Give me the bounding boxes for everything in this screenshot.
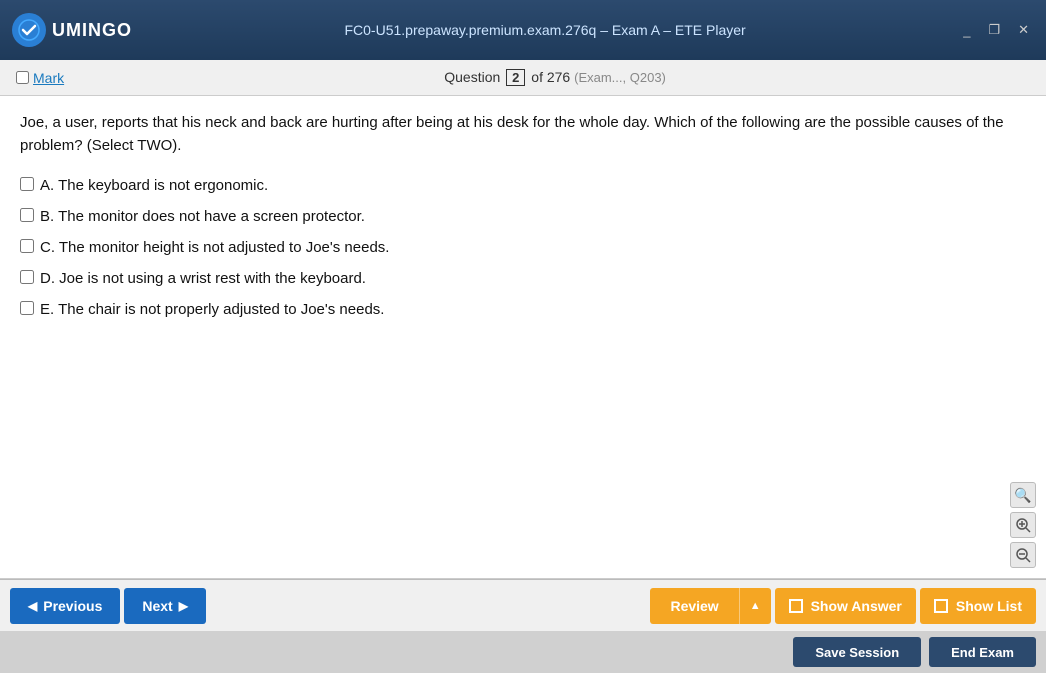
option-c: C. The monitor height is not adjusted to… bbox=[20, 237, 1026, 258]
zoom-in-button[interactable] bbox=[1010, 512, 1036, 538]
search-zoom-button[interactable]: 🔍 bbox=[1010, 482, 1036, 508]
option-e: E. The chair is not properly adjusted to… bbox=[20, 299, 1026, 320]
option-d-label[interactable]: D. Joe is not using a wrist rest with th… bbox=[40, 268, 366, 289]
option-d-checkbox[interactable] bbox=[20, 270, 34, 284]
save-session-button[interactable]: Save Session bbox=[793, 637, 921, 667]
minimize-button[interactable]: _ bbox=[958, 21, 975, 40]
show-list-checkbox-icon bbox=[934, 599, 948, 613]
next-button[interactable]: Next ▶ bbox=[124, 588, 206, 624]
option-c-label[interactable]: C. The monitor height is not adjusted to… bbox=[40, 237, 389, 258]
logo-text: UMINGO bbox=[52, 20, 132, 41]
previous-button[interactable]: ◀ Previous bbox=[10, 588, 120, 624]
review-label: Review bbox=[650, 588, 738, 624]
option-d: D. Joe is not using a wrist rest with th… bbox=[20, 268, 1026, 289]
next-label: Next bbox=[142, 598, 172, 614]
mark-checkbox[interactable] bbox=[16, 71, 29, 84]
review-button[interactable]: Review ▲ bbox=[650, 588, 770, 624]
window-title: FC0-U51.prepaway.premium.exam.276q – Exa… bbox=[132, 22, 958, 38]
window-controls: _ ❐ ✕ bbox=[958, 20, 1034, 40]
action-bar: Save Session End Exam bbox=[0, 631, 1046, 673]
logo-icon bbox=[12, 13, 46, 47]
option-e-checkbox[interactable] bbox=[20, 301, 34, 315]
exam-info: (Exam..., Q203) bbox=[574, 70, 666, 85]
show-answer-label: Show Answer bbox=[811, 598, 902, 614]
of-total: of 276 bbox=[531, 69, 570, 85]
question-text: Joe, a user, reports that his neck and b… bbox=[20, 112, 1026, 157]
close-button[interactable]: ✕ bbox=[1013, 20, 1034, 40]
next-arrow-icon: ▶ bbox=[179, 599, 188, 613]
nav-bar: ◀ Previous Next ▶ Review ▲ Show Answer S… bbox=[0, 579, 1046, 631]
show-answer-button[interactable]: Show Answer bbox=[775, 588, 916, 624]
option-b-label[interactable]: B. The monitor does not have a screen pr… bbox=[40, 206, 365, 227]
option-c-checkbox[interactable] bbox=[20, 239, 34, 253]
option-b-checkbox[interactable] bbox=[20, 208, 34, 222]
zoom-controls: 🔍 bbox=[1010, 482, 1036, 568]
review-dropdown-icon[interactable]: ▲ bbox=[739, 588, 771, 624]
show-list-button[interactable]: Show List bbox=[920, 588, 1036, 624]
previous-label: Previous bbox=[43, 598, 102, 614]
prev-arrow-icon: ◀ bbox=[28, 599, 37, 613]
question-header: Mark Question 2 of 276 (Exam..., Q203) bbox=[0, 60, 1046, 96]
title-bar: UMINGO FC0-U51.prepaway.premium.exam.276… bbox=[0, 0, 1046, 60]
option-a-checkbox[interactable] bbox=[20, 177, 34, 191]
option-a-label[interactable]: A. The keyboard is not ergonomic. bbox=[40, 175, 268, 196]
logo: UMINGO bbox=[12, 13, 132, 47]
option-e-label[interactable]: E. The chair is not properly adjusted to… bbox=[40, 299, 384, 320]
question-label: Question bbox=[444, 69, 500, 85]
mark-label[interactable]: Mark bbox=[33, 70, 64, 86]
question-number: 2 bbox=[506, 69, 525, 86]
main-content: Joe, a user, reports that his neck and b… bbox=[0, 96, 1046, 579]
show-list-label: Show List bbox=[956, 598, 1022, 614]
restore-button[interactable]: ❐ bbox=[983, 20, 1005, 40]
question-counter: Question 2 of 276 (Exam..., Q203) bbox=[444, 69, 666, 86]
end-exam-button[interactable]: End Exam bbox=[929, 637, 1036, 667]
mark-container: Mark bbox=[16, 70, 64, 86]
option-b: B. The monitor does not have a screen pr… bbox=[20, 206, 1026, 227]
show-answer-checkbox-icon bbox=[789, 599, 803, 613]
zoom-out-button[interactable] bbox=[1010, 542, 1036, 568]
option-a: A. The keyboard is not ergonomic. bbox=[20, 175, 1026, 196]
